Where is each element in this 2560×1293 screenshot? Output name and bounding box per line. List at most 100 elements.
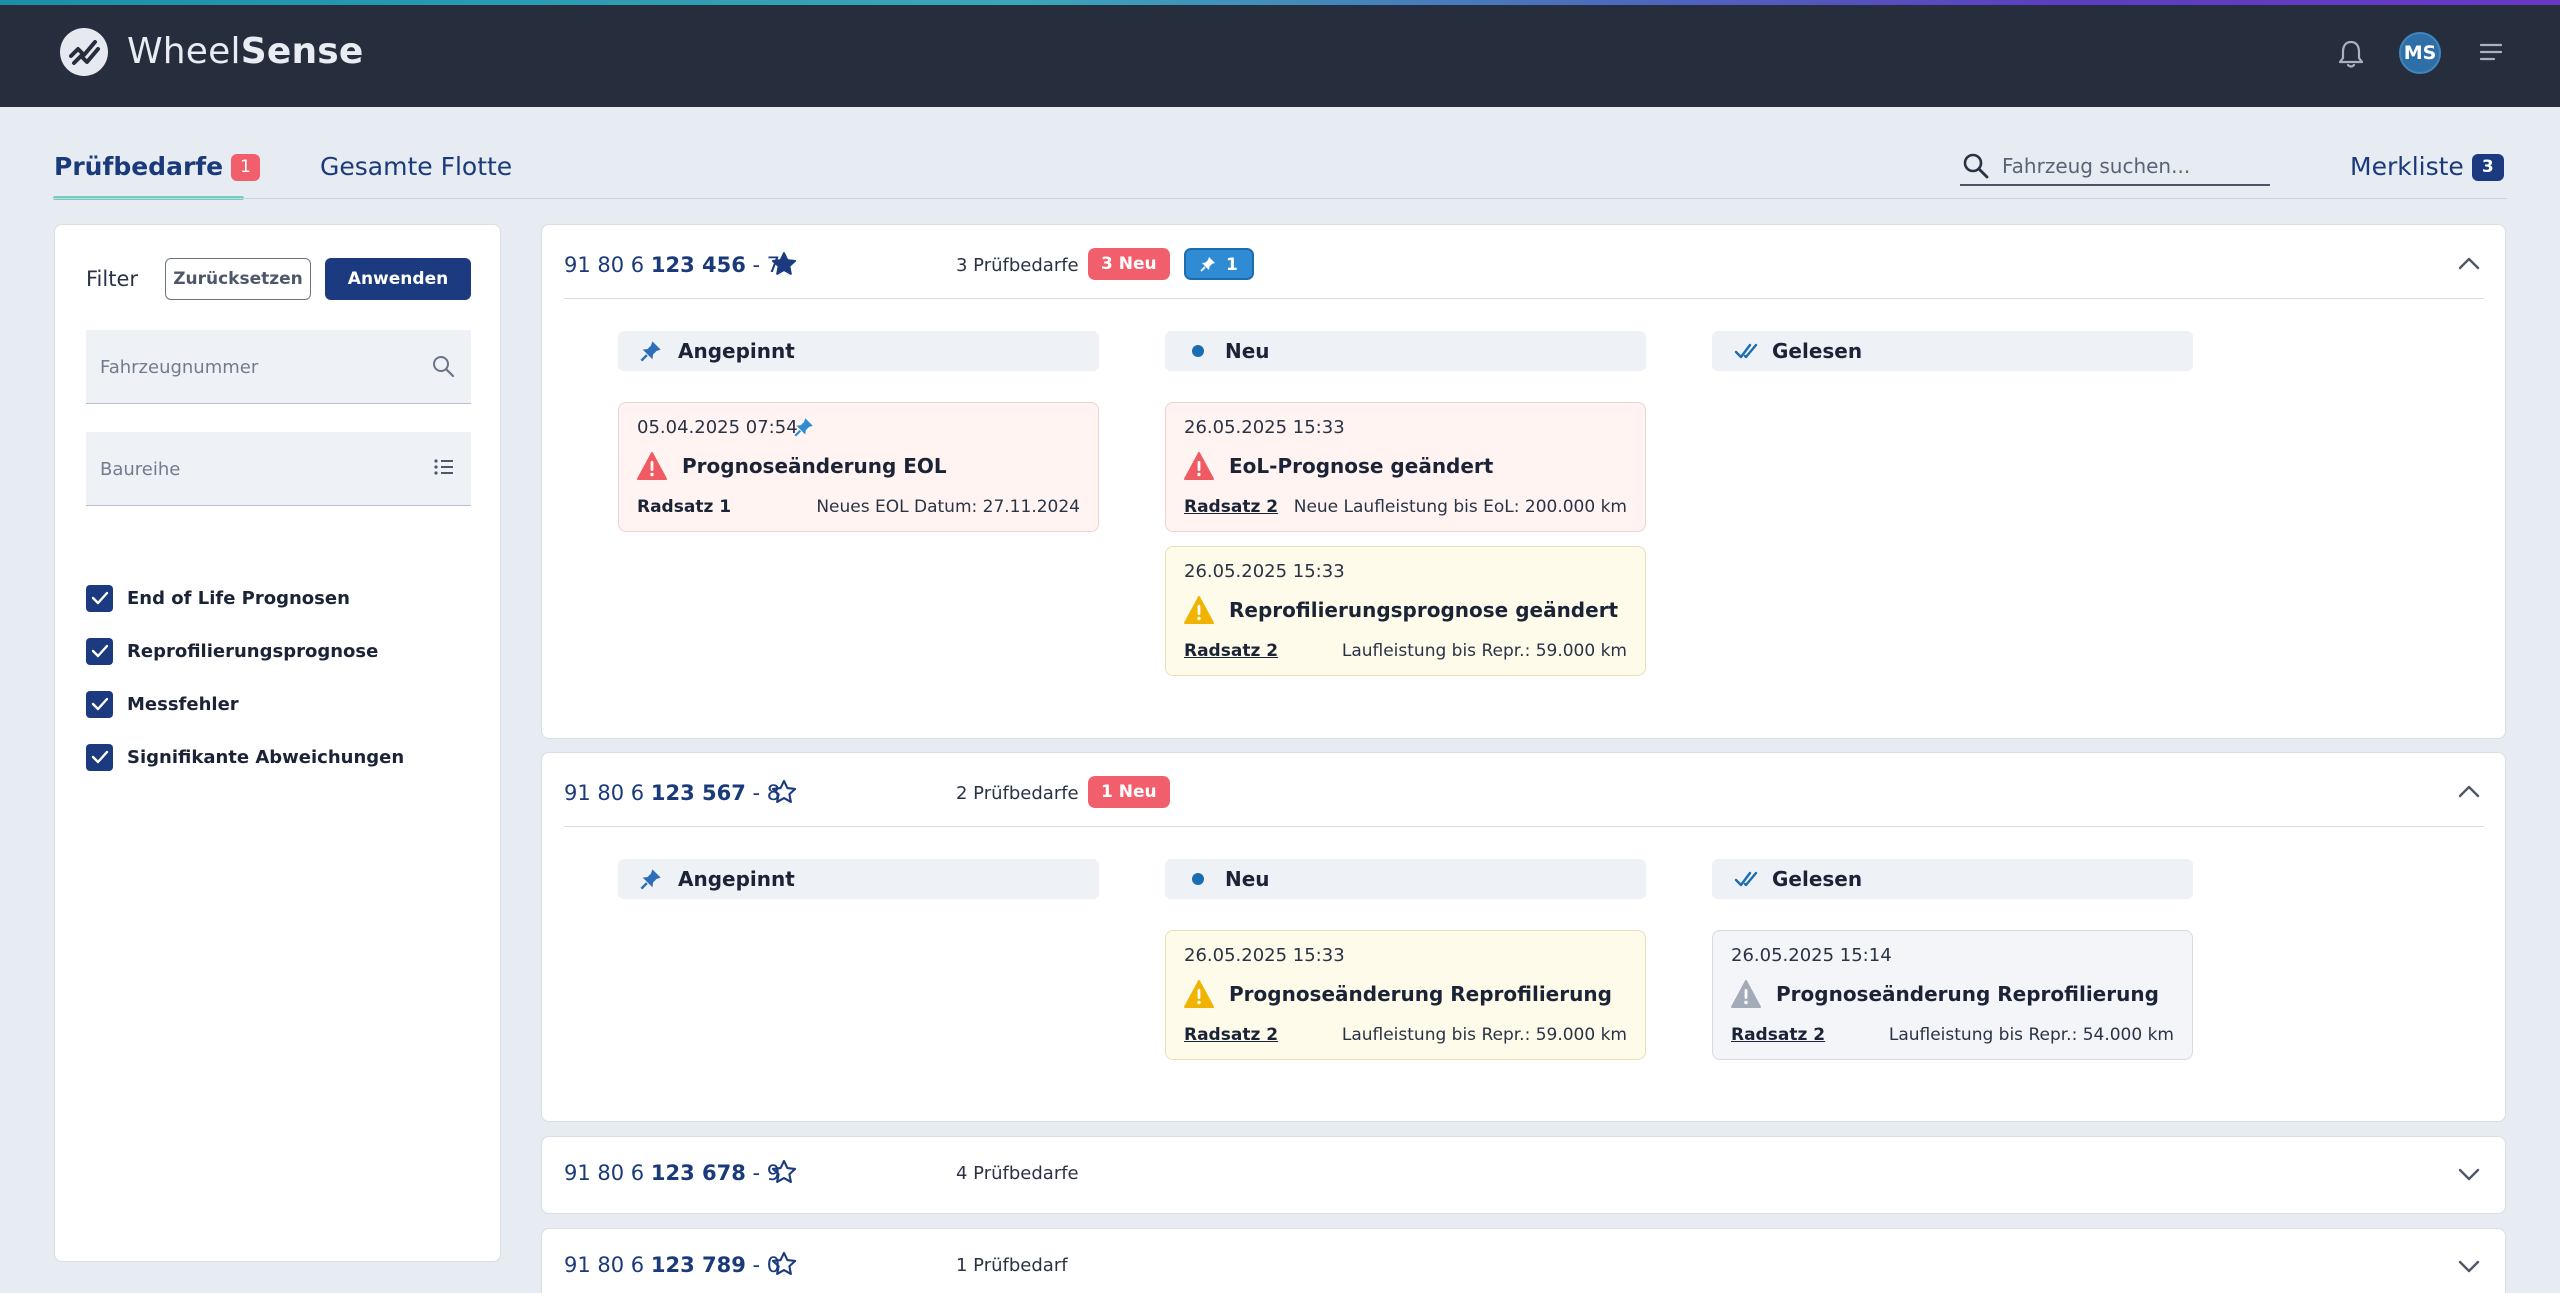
list-icon: [434, 459, 453, 475]
warning-yellow-icon: [1184, 980, 1214, 1008]
notification-info: Neues EOL Datum: 27.11.2024: [816, 497, 1080, 517]
tab-pruefbedarfe-label: Prüfbedarfe: [54, 152, 224, 181]
column-pinned: Angepinnt: [618, 331, 1099, 371]
top-bar: WheelSense MS: [0, 0, 2560, 107]
pin-icon[interactable]: [794, 417, 814, 437]
vehicle-number[interactable]: 91 80 6 123 567 - 8: [564, 781, 780, 805]
column-title: Angepinnt: [678, 339, 795, 363]
notification-info: Laufleistung bis Repr.: 59.000 km: [1341, 641, 1627, 661]
check-label: Reprofilierungsprognose: [127, 640, 379, 662]
check-label: End of Life Prognosen: [127, 587, 350, 609]
warning-yellow-icon: [1184, 596, 1214, 624]
vehicle-number-input[interactable]: [100, 352, 400, 382]
vehicle-search-input[interactable]: [2002, 152, 2262, 180]
notification-date: 26.05.2025 15:33: [1184, 561, 1345, 582]
star-filled-icon[interactable]: [770, 250, 798, 278]
column-read: Gelesen: [1712, 859, 2193, 899]
column-new: Neu: [1165, 859, 1646, 899]
vehicle-card-collapsed[interactable]: 91 80 6 123 789 - 0 1 Prüfbedarf: [541, 1228, 2506, 1293]
notification-title: EoL-Prognose geändert: [1229, 454, 1494, 478]
notification-info: Laufleistung bis Repr.: 54.000 km: [1888, 1025, 2174, 1045]
vehicle-card: 91 80 6 123 456 - 7 3 Prüfbedarfe 3 Neu …: [541, 224, 2506, 739]
notification-date: 05.04.2025 07:54: [637, 417, 798, 438]
notification-card[interactable]: 26.05.2025 15:33 EoL-Prognose geändert R…: [1165, 402, 1646, 532]
notification-date: 26.05.2025 15:33: [1184, 945, 1345, 966]
tab-pruefbedarfe[interactable]: Prüfbedarfe 1: [54, 150, 260, 190]
notification-title: Prognoseänderung Reprofilierung: [1776, 982, 2159, 1006]
warning-grey-icon: [1731, 980, 1761, 1008]
column-title: Neu: [1225, 867, 1270, 891]
radsatz-link[interactable]: Radsatz 2: [1184, 641, 1278, 661]
radsatz-link[interactable]: Radsatz 2: [1184, 497, 1278, 517]
notification-card[interactable]: 26.05.2025 15:33 Reprofilierungsprognose…: [1165, 546, 1646, 676]
search-icon: [433, 356, 455, 378]
warning-red-icon: [637, 452, 667, 480]
check-end-of-life[interactable]: End of Life Prognosen: [86, 584, 350, 612]
pin-icon: [1200, 257, 1215, 272]
pin-icon: [640, 869, 661, 890]
check-count: 4 Prüfbedarfe: [956, 1163, 1079, 1184]
notification-title: Reprofilierungsprognose geändert: [1229, 598, 1619, 622]
star-outline-icon[interactable]: [770, 1158, 798, 1186]
series-select[interactable]: [86, 432, 471, 506]
merkliste-count-badge: 3: [2471, 154, 2504, 181]
dot-icon: [1192, 345, 1204, 357]
check-signifikante-abweichungen[interactable]: Signifikante Abweichungen: [86, 743, 404, 771]
column-title: Neu: [1225, 339, 1270, 363]
merkliste-link[interactable]: Merkliste 3: [2350, 150, 2504, 184]
notification-info: Laufleistung bis Repr.: 59.000 km: [1341, 1025, 1627, 1045]
checkbox-checked-icon[interactable]: [86, 637, 113, 665]
new-badge: 3 Neu: [1088, 248, 1170, 280]
chevron-down-icon[interactable]: [2457, 1259, 2481, 1275]
vehicle-number[interactable]: 91 80 6 123 789 - 0: [564, 1253, 780, 1277]
new-badge: 1 Neu: [1088, 776, 1170, 808]
star-outline-icon[interactable]: [770, 1250, 798, 1278]
notification-info: Neue Laufleistung bis EoL: 200.000 km: [1293, 497, 1627, 517]
notification-card[interactable]: 05.04.2025 07:54 Prognoseänderung EOL Ra…: [618, 402, 1099, 532]
vehicle-card-collapsed[interactable]: 91 80 6 123 678 - 9 4 Prüfbedarfe: [541, 1136, 2506, 1214]
warning-red-icon: [1184, 452, 1214, 480]
checkbox-checked-icon[interactable]: [86, 690, 113, 718]
bell-icon[interactable]: [2336, 38, 2366, 70]
check-messfehler[interactable]: Messfehler: [86, 690, 239, 718]
notification-title: Prognoseänderung Reprofilierung: [1229, 982, 1612, 1006]
check-label: Messfehler: [127, 693, 239, 715]
notification-title: Prognoseänderung EOL: [682, 454, 947, 478]
notification-card[interactable]: 26.05.2025 15:14 Prognoseänderung Reprof…: [1712, 930, 2193, 1060]
pruefbedarfe-count-badge: 1: [231, 154, 260, 181]
notification-date: 26.05.2025 15:14: [1731, 945, 1892, 966]
vehicle-number[interactable]: 91 80 6 123 678 - 9: [564, 1161, 780, 1185]
radsatz-link[interactable]: Radsatz 2: [1731, 1025, 1825, 1045]
column-pinned: Angepinnt: [618, 859, 1099, 899]
reset-button[interactable]: Zurücksetzen: [165, 258, 311, 300]
check-count: 2 Prüfbedarfe: [956, 783, 1079, 804]
logo-icon[interactable]: [60, 28, 108, 76]
dot-icon: [1192, 873, 1204, 885]
vehicle-number[interactable]: 91 80 6 123 456 - 7: [564, 253, 780, 277]
checkbox-checked-icon[interactable]: [86, 584, 113, 612]
vehicle-card: 91 80 6 123 567 - 8 2 Prüfbedarfe 1 Neu …: [541, 752, 2506, 1122]
logo-text: WheelSense: [127, 31, 364, 72]
check-reprofilierung[interactable]: Reprofilierungsprognose: [86, 637, 378, 665]
card-divider: [564, 826, 2484, 827]
chevron-down-icon[interactable]: [2457, 1167, 2481, 1183]
chevron-up-icon[interactable]: [2457, 783, 2481, 799]
checkbox-checked-icon[interactable]: [86, 743, 113, 771]
chevron-up-icon[interactable]: [2457, 255, 2481, 271]
card-divider: [564, 298, 2484, 299]
avatar[interactable]: MS: [2399, 32, 2441, 74]
avatar-initials: MS: [2403, 42, 2437, 64]
radsatz-label: Radsatz 1: [637, 497, 732, 517]
check-label: Signifikante Abweichungen: [127, 746, 405, 768]
radsatz-link[interactable]: Radsatz 2: [1184, 1025, 1278, 1045]
apply-button[interactable]: Anwenden: [325, 258, 471, 300]
series-input[interactable]: [100, 454, 400, 484]
column-new: Neu: [1165, 331, 1646, 371]
notification-card[interactable]: 26.05.2025 15:33 Prognoseänderung Reprof…: [1165, 930, 1646, 1060]
hamburger-menu-icon[interactable]: [2479, 43, 2503, 61]
column-title: Gelesen: [1772, 867, 1863, 891]
star-outline-icon[interactable]: [770, 778, 798, 806]
tab-gesamte-flotte[interactable]: Gesamte Flotte: [320, 150, 512, 190]
merkliste-label: Merkliste: [2350, 152, 2464, 181]
column-title: Gelesen: [1772, 339, 1863, 363]
